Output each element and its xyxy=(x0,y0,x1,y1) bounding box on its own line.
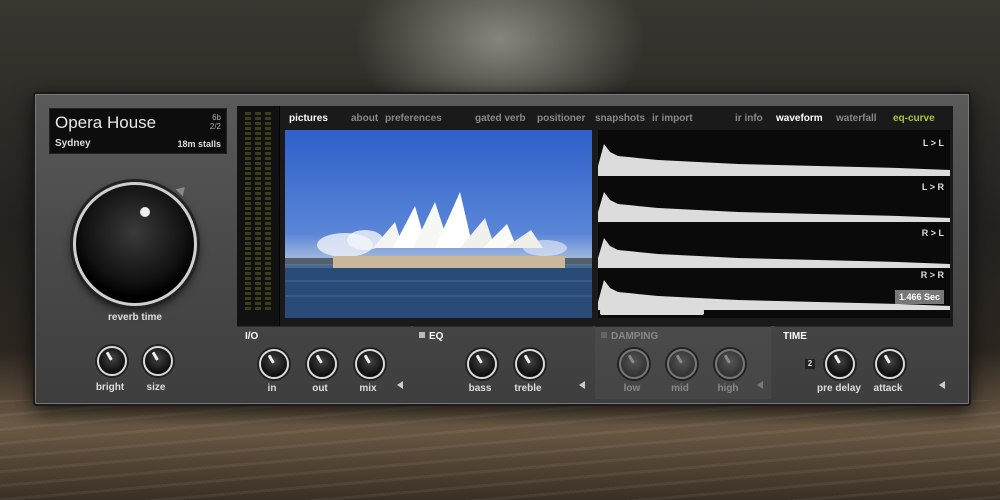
meter-left xyxy=(245,112,251,312)
high-knob[interactable] xyxy=(715,349,745,379)
duration-readout: 1.466 Sec xyxy=(894,290,944,304)
io-title: I/O xyxy=(245,331,259,342)
pre-delay-sync-badge[interactable]: 2 xyxy=(805,359,815,369)
preset-count-bottom: 2/2 xyxy=(209,122,221,131)
preset-name: Opera House xyxy=(55,113,157,132)
waveform-scrollbar[interactable] xyxy=(600,309,704,315)
tab-eq-curve[interactable]: eq-curve xyxy=(893,113,935,124)
tab-positioner[interactable]: positioner xyxy=(537,113,585,124)
tab-ir-info[interactable]: ir info xyxy=(735,113,763,124)
waveform-display: L > L L > R R > L R > R 1.466 Sec xyxy=(598,130,950,318)
channel-label-rl: R > L xyxy=(921,228,944,238)
tab-gated-verb[interactable]: gated verb xyxy=(475,113,526,124)
opera-house-image xyxy=(285,192,592,318)
bright-label: bright xyxy=(95,382,125,393)
damping-title: DAMPING xyxy=(611,331,659,342)
tab-waveform[interactable]: waveform xyxy=(776,113,823,124)
mix-label: mix xyxy=(359,383,377,394)
damping-section: DAMPING low mid high xyxy=(595,326,771,399)
reverb-time-knob-body[interactable] xyxy=(73,182,197,306)
reverb-time-label: reverb time xyxy=(108,312,162,323)
eq-collapse-arrow-icon[interactable] xyxy=(579,381,585,389)
channel-label-lr: L > R xyxy=(921,182,944,192)
reverb-plugin-window: Opera House 6b 2/2 Sydney 18m stalls rev… xyxy=(33,92,971,406)
damping-enable-checkbox[interactable] xyxy=(601,332,607,338)
tab-waterfall[interactable]: waterfall xyxy=(836,113,877,124)
attack-label: attack xyxy=(873,383,903,394)
venue-photo xyxy=(285,130,592,318)
size-label: size xyxy=(146,382,166,393)
in-knob[interactable] xyxy=(259,349,289,379)
preset-count-top: 6b xyxy=(212,113,221,122)
channel-label-rr: R > R xyxy=(920,270,944,280)
treble-label: treble xyxy=(514,383,542,394)
mix-knob[interactable] xyxy=(355,349,385,379)
out-label: out xyxy=(312,383,328,394)
pre-delay-label: pre delay xyxy=(817,383,861,394)
bright-knob[interactable] xyxy=(97,346,127,376)
tab-snapshots[interactable]: snapshots xyxy=(595,113,645,124)
time-collapse-arrow-icon[interactable] xyxy=(939,381,945,389)
eq-title: EQ xyxy=(429,331,444,342)
tab-preferences[interactable]: preferences xyxy=(385,113,442,124)
io-section: I/O in out mix xyxy=(237,326,411,399)
preset-count: 6b 2/2 xyxy=(201,113,221,131)
size-knob[interactable] xyxy=(143,346,173,376)
time-section: TIME 2 pre delay attack xyxy=(775,326,953,399)
pre-delay-knob[interactable] xyxy=(825,349,855,379)
treble-knob[interactable] xyxy=(515,349,545,379)
tab-ir-import[interactable]: ir import xyxy=(652,113,693,124)
tab-pictures[interactable]: pictures xyxy=(289,113,328,124)
damping-collapse-arrow-icon[interactable] xyxy=(757,381,763,389)
in-label: in xyxy=(267,383,277,394)
channel-label-ll: L > L xyxy=(922,138,944,148)
eq-section: EQ bass treble xyxy=(413,326,593,399)
high-label: high xyxy=(717,383,739,394)
low-label: low xyxy=(623,383,641,394)
mid-label: mid xyxy=(671,383,689,394)
bass-label: bass xyxy=(468,383,492,394)
preset-display[interactable]: Opera House 6b 2/2 Sydney 18m stalls xyxy=(49,108,227,154)
out-knob[interactable] xyxy=(307,349,337,379)
preset-location: Sydney xyxy=(55,138,91,149)
meter-extra xyxy=(265,112,271,312)
eq-enable-checkbox[interactable] xyxy=(419,332,425,338)
low-knob[interactable] xyxy=(619,349,649,379)
attack-knob[interactable] xyxy=(875,349,905,379)
tab-about[interactable]: about xyxy=(351,113,378,124)
level-meters xyxy=(237,106,280,326)
meter-right xyxy=(255,112,261,312)
background-texture xyxy=(0,400,1000,500)
io-collapse-arrow-icon[interactable] xyxy=(397,381,403,389)
bass-knob[interactable] xyxy=(467,349,497,379)
reverb-time-knob[interactable] xyxy=(73,182,197,306)
mid-knob[interactable] xyxy=(667,349,697,379)
preset-position: 18m stalls xyxy=(177,139,221,149)
time-title: TIME xyxy=(783,331,807,342)
